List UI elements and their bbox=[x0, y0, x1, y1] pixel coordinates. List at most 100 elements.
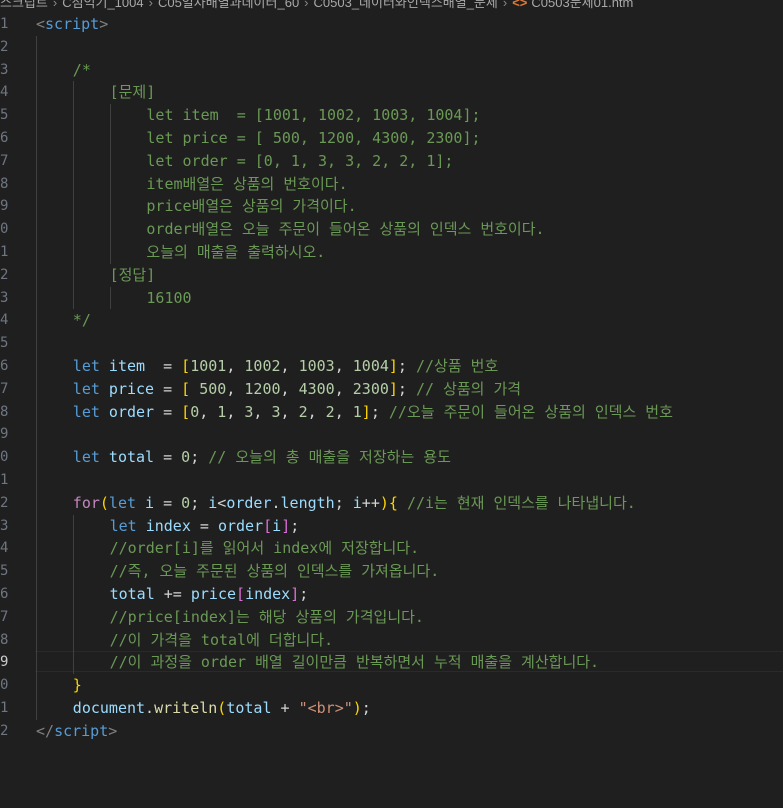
code-token: ( bbox=[217, 699, 227, 717]
code-token: let bbox=[72, 402, 109, 421]
code-text: let total = 0; // 오늘의 총 매출을 저장하는 용도 bbox=[73, 446, 451, 469]
code-editor[interactable]: 1 <script> 2 3/* 4 [문제] 5 let item = [1001, 100… bbox=[0, 13, 783, 808]
code-line[interactable]: 1 document.writeln(total + "<br>"); bbox=[0, 697, 783, 720]
code-token: let order = [0, 1, 3, 3, 2, 2, 1]; bbox=[146, 151, 454, 170]
line-number: 4 bbox=[0, 540, 8, 557]
code-line[interactable]: 4 //order[i]를 읽어서 index에 저장합니다. bbox=[0, 537, 783, 560]
code-token: length bbox=[280, 493, 335, 512]
code-line[interactable]: 2 </script> bbox=[0, 720, 783, 743]
code-token: let bbox=[72, 448, 109, 467]
code-token: //즉, 오늘 주문된 상품의 인덱스를 가져옵니다. bbox=[109, 562, 440, 581]
code-token: let price = [ 500, 1200, 4300, 2300]; bbox=[146, 129, 481, 147]
code-line[interactable]: 6 let price = [ 500, 1200, 4300, 2300]; bbox=[0, 127, 783, 150]
code-line[interactable]: 4 [문제] bbox=[0, 81, 783, 104]
code-line[interactable]: 2 bbox=[0, 36, 783, 59]
code-token: */ bbox=[72, 311, 91, 330]
code-token: 3 bbox=[271, 402, 281, 421]
code-line[interactable]: 0 let total = 0; // 오늘의 총 매출을 저장하는 용도 bbox=[0, 446, 783, 469]
code-line[interactable]: 5 let item = [1001, 1002, 1003, 1004]; bbox=[0, 104, 783, 127]
code-line[interactable]: 6 let item = [1001, 1002, 1003, 1004]; //… bbox=[0, 355, 783, 378]
code-token: 0 bbox=[181, 493, 191, 512]
code-token: i bbox=[272, 516, 282, 535]
code-line[interactable]: 8 //이 가격을 total에 더합니다. bbox=[0, 629, 783, 652]
code-token: order bbox=[217, 516, 264, 535]
breadcrumb-item[interactable]: C05일차배열과데이터_60 bbox=[158, 0, 299, 10]
code-token: , bbox=[280, 357, 299, 375]
code-line[interactable]: 6 total += price[index]; bbox=[0, 583, 783, 606]
code-token: , bbox=[307, 402, 326, 421]
code-line[interactable]: 3 16100 bbox=[0, 287, 783, 310]
code-token: = bbox=[154, 448, 182, 467]
code-token: let bbox=[72, 357, 109, 375]
code-token: , bbox=[253, 402, 272, 421]
code-token: ; bbox=[290, 516, 300, 535]
indent-guide bbox=[72, 514, 74, 675]
code-token: ] bbox=[290, 585, 300, 603]
code-token: ] bbox=[388, 379, 398, 398]
code-line[interactable]: 7 //price[index]는 해당 상품의 가격입니다. bbox=[0, 606, 783, 629]
indent-guide bbox=[109, 104, 111, 264]
code-text: let price = [ 500, 1200, 4300, 2300]; //… bbox=[73, 378, 521, 401]
code-line[interactable]: 1 bbox=[0, 469, 783, 492]
line-number: 0 bbox=[0, 677, 8, 694]
code-token: . bbox=[145, 699, 155, 717]
code-token: price bbox=[108, 379, 155, 398]
code-token: , bbox=[280, 379, 299, 398]
code-line[interactable]: 3 /* bbox=[0, 59, 783, 82]
code-token: [ bbox=[263, 516, 273, 535]
code-text: //이 가격을 total에 더합니다. bbox=[110, 629, 334, 652]
code-token: script bbox=[54, 721, 109, 740]
code-line[interactable]: 0} bbox=[0, 674, 783, 697]
code-line[interactable]: 0 order배열은 오늘 주문이 들어온 상품의 인덱스 번호이다. bbox=[0, 218, 783, 241]
code-token: ) bbox=[352, 699, 362, 717]
code-token: , bbox=[334, 402, 353, 421]
code-line[interactable]: 5 //즉, 오늘 주문된 상품의 인덱스를 가져옵니다. bbox=[0, 560, 783, 583]
code-line[interactable]: 2 for(let i = 0; i<order.length; i++){ //… bbox=[0, 492, 783, 515]
code-token: 500 bbox=[199, 379, 227, 398]
code-token: ) bbox=[379, 493, 389, 512]
code-line[interactable]: 7 let order = [0, 1, 3, 3, 2, 2, 1]; bbox=[0, 150, 783, 173]
code-token: > bbox=[108, 721, 118, 740]
line-number: 9 bbox=[0, 654, 8, 671]
code-token: = bbox=[154, 493, 182, 512]
line-number: 1 bbox=[0, 244, 8, 260]
breadcrumb-item[interactable]: C점익기_1004 bbox=[62, 0, 143, 10]
code-token: //order[i]를 읽어서 index에 저장합니다. bbox=[109, 539, 420, 558]
code-line[interactable]: 1 <script> bbox=[0, 13, 783, 36]
code-token: [ bbox=[181, 357, 191, 375]
code-token: , bbox=[199, 402, 218, 421]
code-line[interactable]: 1 오늘의 매출을 출력하시오. bbox=[0, 241, 783, 264]
code-token: ; bbox=[334, 493, 353, 512]
breadcrumb-item[interactable]: C0503_데이터와인덱스배열_문제 bbox=[314, 0, 498, 10]
code-line[interactable]: 2 [정답] bbox=[0, 264, 783, 287]
code-line[interactable]: 3 let index = order[i]; bbox=[0, 515, 783, 538]
code-line[interactable]: 5 bbox=[0, 332, 783, 355]
breadcrumb-item[interactable]: 스크립트 bbox=[0, 0, 48, 10]
code-token: order bbox=[108, 402, 155, 421]
code-line[interactable]: 8 item배열은 상품의 번호이다. bbox=[0, 173, 783, 196]
line-number: 5 bbox=[0, 335, 8, 352]
code-token: 2 bbox=[325, 402, 335, 421]
line-number: 6 bbox=[0, 586, 8, 602]
code-token: = bbox=[145, 357, 182, 375]
line-number: 6 bbox=[0, 358, 8, 374]
code-token: . bbox=[271, 493, 281, 512]
code-line[interactable]: 4 */ bbox=[0, 309, 783, 332]
code-token: //오늘 주문이 들어온 상품의 인덱스 번호 bbox=[388, 402, 673, 421]
chevron-right-icon: › bbox=[148, 0, 153, 10]
code-token: [ bbox=[181, 402, 191, 421]
code-line[interactable]: 9 bbox=[0, 423, 783, 446]
code-line[interactable]: 9 price배열은 상품의 가격이다. bbox=[0, 195, 783, 218]
code-token: + bbox=[271, 699, 299, 717]
code-line[interactable]: 9 //이 과정을 order 배열 길이만큼 반복하면서 누적 매출을 계산합니… bbox=[0, 651, 783, 674]
code-line[interactable]: 8 let order = [0, 1, 3, 3, 2, 2, 1]; //오늘… bbox=[0, 401, 783, 424]
code-token: , bbox=[226, 379, 245, 398]
code-token: ++ bbox=[361, 493, 380, 512]
breadcrumb-file[interactable]: C0503문제01.htm bbox=[531, 0, 633, 10]
code-text: price배열은 상품의 가격이다. bbox=[146, 195, 356, 218]
code-line[interactable]: 7 let price = [ 500, 1200, 4300, 2300]; /… bbox=[0, 378, 783, 401]
code-token: order bbox=[226, 493, 272, 512]
code-token: 0 bbox=[181, 448, 191, 467]
line-number: 5 bbox=[0, 107, 8, 124]
line-number: 2 bbox=[0, 722, 8, 739]
